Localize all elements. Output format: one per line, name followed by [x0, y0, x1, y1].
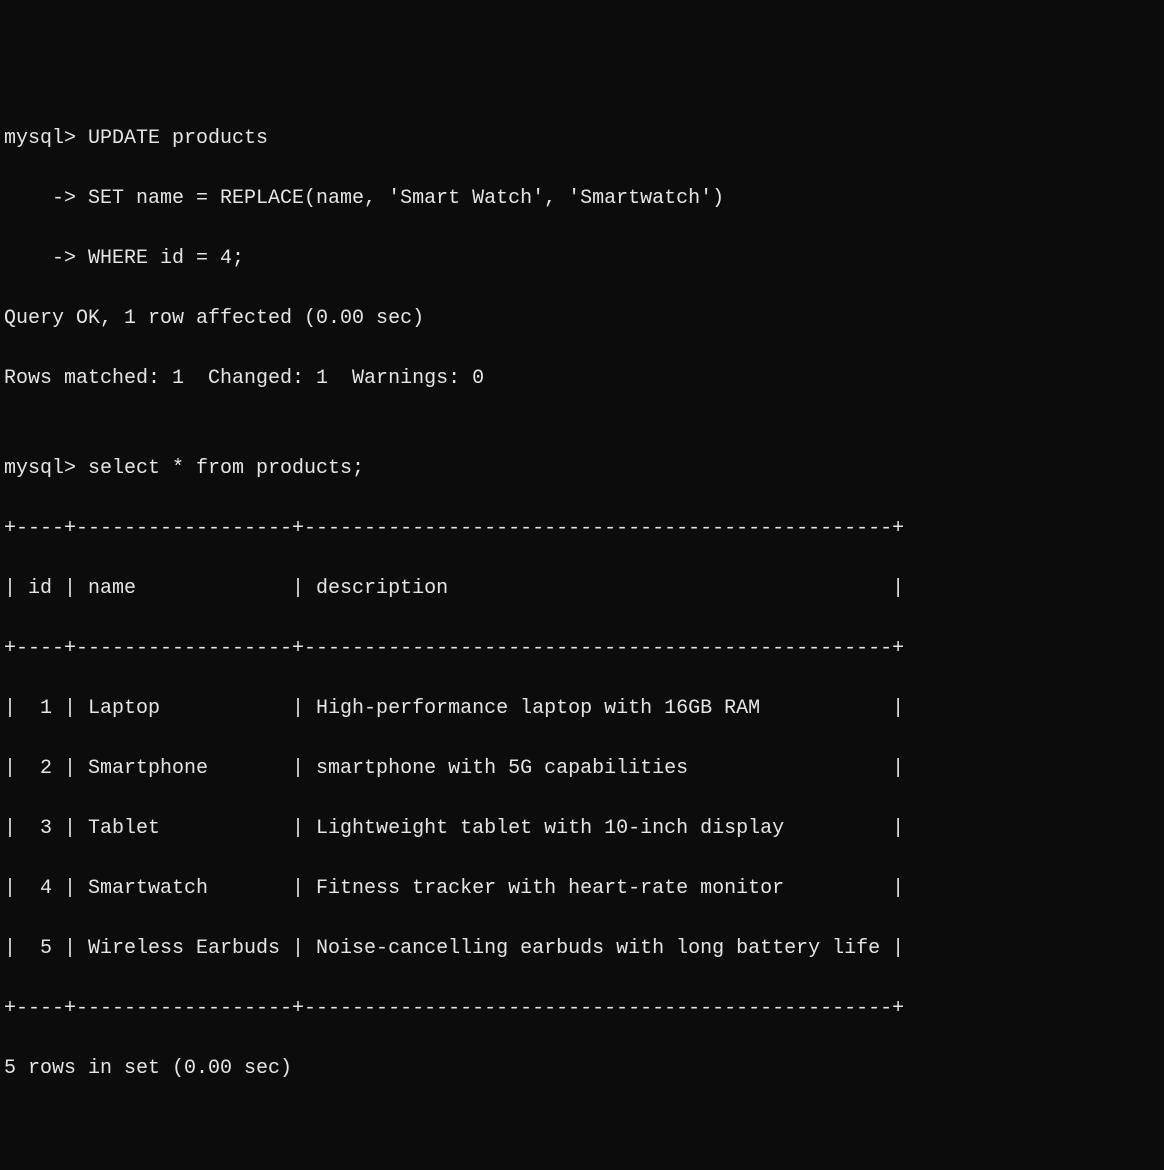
table-row: | 1 | Laptop | High-performance laptop w…: [4, 694, 1160, 724]
continuation-prompt: ->: [4, 187, 88, 210]
sql-text: select * from products;: [88, 457, 364, 480]
table-row: | 5 | Wireless Earbuds | Noise-cancellin…: [4, 934, 1160, 964]
table-header-row: | id | name | description |: [4, 574, 1160, 604]
sql-text: SET name = REPLACE(name, 'Smart Watch', …: [88, 187, 724, 210]
sql-text: UPDATE products: [88, 127, 268, 150]
sql-update-line2: -> SET name = REPLACE(name, 'Smart Watch…: [4, 184, 1160, 214]
continuation-prompt: ->: [4, 247, 88, 270]
table-border-mid: +----+------------------+---------------…: [4, 634, 1160, 664]
mysql-prompt: mysql>: [4, 457, 88, 480]
sql-update-line3: -> WHERE id = 4;: [4, 244, 1160, 274]
table-row: | 2 | Smartphone | smartphone with 5G ca…: [4, 754, 1160, 784]
table-row: | 3 | Tablet | Lightweight tablet with 1…: [4, 814, 1160, 844]
mysql-prompt: mysql>: [4, 127, 88, 150]
sql-update-line1: mysql> UPDATE products: [4, 124, 1160, 154]
rows-in-set-message: 5 rows in set (0.00 sec): [4, 1054, 1160, 1084]
table-border-top: +----+------------------+---------------…: [4, 514, 1160, 544]
rows-matched-message: Rows matched: 1 Changed: 1 Warnings: 0: [4, 364, 1160, 394]
query-ok-message: Query OK, 1 row affected (0.00 sec): [4, 304, 1160, 334]
sql-select-line: mysql> select * from products;: [4, 454, 1160, 484]
table-border-bottom: +----+------------------+---------------…: [4, 994, 1160, 1024]
sql-text: WHERE id = 4;: [88, 247, 244, 270]
table-row: | 4 | Smartwatch | Fitness tracker with …: [4, 874, 1160, 904]
